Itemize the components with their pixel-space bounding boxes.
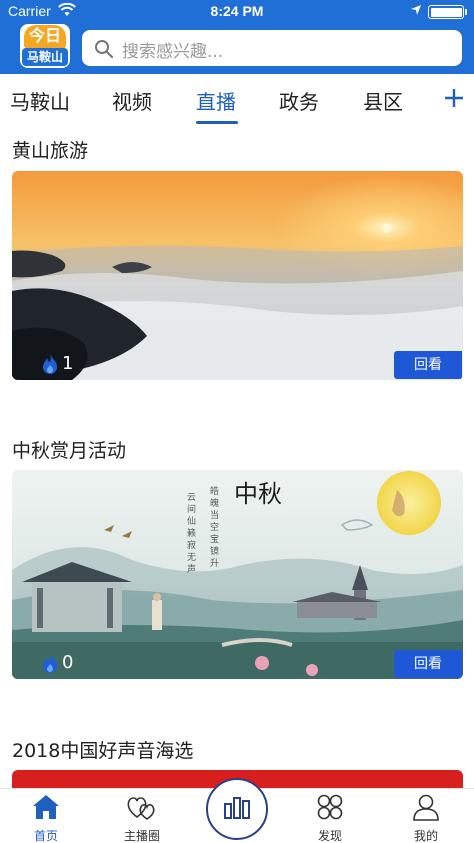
live-thumbnail-huangshan[interactable]: 1 回看 [12,171,463,380]
tab-live[interactable]: 直播 [196,86,236,115]
replay-button[interactable]: 回看 [394,351,462,379]
center-stats-button[interactable] [206,778,268,840]
search-input[interactable]: 搜索感兴趣... [82,30,462,66]
nav-mine[interactable]: 我的 [386,793,466,843]
add-channel-icon[interactable] [442,86,466,110]
replay-button[interactable]: 回看 [394,650,462,678]
svg-text:魄: 魄 [210,497,219,509]
tab-maanshan[interactable]: 马鞍山 [10,86,70,115]
battery-icon [428,5,467,19]
svg-text:无: 无 [187,552,196,563]
nav-home[interactable]: 首页 [6,793,86,843]
app-header: Carrier 8:24 PM 今日 马鞍山 搜索感兴趣... [0,0,474,74]
svg-text:空: 空 [210,521,219,533]
flame-icon [43,653,57,673]
feed-item-title[interactable]: 黄山旅游 [12,136,88,163]
viewer-count: 1 [40,353,73,377]
svg-text:镜: 镜 [210,545,219,557]
active-tab-indicator [196,121,238,124]
svg-text:当: 当 [210,509,219,521]
home-icon [33,795,59,819]
nav-discover-label: 发现 [317,829,342,843]
svg-text:籁: 籁 [187,527,196,539]
svg-text:寂: 寂 [187,539,196,551]
svg-text:宝: 宝 [210,533,219,545]
search-icon [94,39,114,63]
feed-item-title[interactable]: 中秋赏月活动 [12,436,126,463]
tab-county[interactable]: 县区 [363,86,403,115]
tab-government[interactable]: 政务 [279,86,319,115]
tab-video[interactable]: 视频 [112,86,152,115]
bar-chart-icon [224,797,250,819]
app-logo[interactable]: 今日 马鞍山 [20,24,70,68]
calligraphy-title: 中秋 [234,480,282,508]
hearts-icon [127,797,155,820]
status-bar: Carrier 8:24 PM [0,0,474,24]
logo-bottom-text: 马鞍山 [22,48,68,66]
mid-autumn-painting-image: 云间仙籁寂无声 皓魄当空宝镜升 中秋 [12,470,463,679]
svg-text:间: 间 [187,503,196,515]
logo-top-text: 今日 [24,25,66,49]
svg-text:云: 云 [187,493,196,503]
discover-icon [317,794,343,820]
channel-tabs: 马鞍山 视频 直播 政务 县区 [0,74,474,126]
location-arrow-icon [410,4,422,20]
viewer-count: 0 [40,652,73,676]
search-placeholder: 搜索感兴趣... [122,42,224,62]
svg-text:仙: 仙 [187,515,196,527]
live-thumbnail-mid-autumn[interactable]: 云间仙籁寂无声 皓魄当空宝镜升 中秋 0 回看 [12,470,463,679]
user-icon [413,794,439,821]
viewer-count-value: 1 [62,353,74,374]
svg-text:皓: 皓 [210,485,219,497]
nav-discover[interactable]: 发现 [290,793,370,843]
viewer-count-value: 0 [62,652,74,673]
svg-text:升: 升 [210,558,219,569]
nav-anchor-circle[interactable]: 主播圈 [102,793,182,843]
nav-anchor-circle-label: 主播圈 [123,829,160,843]
sea-of-clouds-image [12,171,463,380]
status-time: 8:24 PM [210,3,264,19]
feed-item-title[interactable]: 2018中国好声音海选 [12,736,193,763]
nav-home-label: 首页 [33,829,58,843]
svg-text:声: 声 [187,563,196,575]
nav-mine-label: 我的 [413,829,438,843]
flame-icon [43,354,57,374]
